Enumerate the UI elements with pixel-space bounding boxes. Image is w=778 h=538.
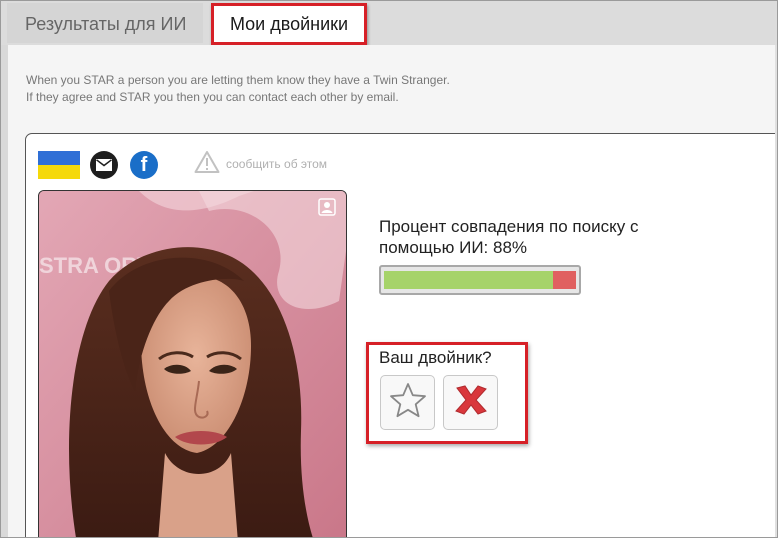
mail-icon[interactable] <box>90 151 118 179</box>
match-percentage-text: Процент совпадения по поиску с помощью И… <box>379 217 639 257</box>
left-strip <box>1 45 8 537</box>
report-link[interactable]: сообщить об этом <box>194 150 327 178</box>
user-icon[interactable] <box>318 198 336 216</box>
match-card: f сообщить об этом STRA ORTE Процент сов… <box>25 133 777 537</box>
info-text-line-1: When you STAR a person you are letting t… <box>26 73 450 87</box>
match-photo: STRA ORTE <box>38 190 347 537</box>
app-window: Результаты для ИИ Мои двойники When you … <box>0 0 778 538</box>
twin-vote-box: Ваш двойник? <box>366 342 528 444</box>
flag-ukraine-icon <box>38 151 80 179</box>
right-edge <box>775 45 777 537</box>
tab-ai-results[interactable]: Результаты для ИИ <box>7 3 203 43</box>
report-label: сообщить об этом <box>226 157 328 171</box>
match-progress-track <box>384 271 576 289</box>
x-icon <box>453 383 489 422</box>
match-progress-bar <box>379 265 581 295</box>
facebook-icon[interactable]: f <box>130 151 158 179</box>
reject-button[interactable] <box>443 375 498 430</box>
portrait-image: STRA ORTE <box>39 191 346 537</box>
star-button[interactable] <box>380 375 435 430</box>
match-progress-fill <box>384 271 553 289</box>
tab-bar: Результаты для ИИ Мои двойники <box>1 1 777 45</box>
twin-question: Ваш двойник? <box>379 348 492 367</box>
info-text-line-2: If they agree and STAR you then you can … <box>26 90 399 104</box>
star-icon <box>389 382 427 423</box>
main-content: When you STAR a person you are letting t… <box>8 45 777 537</box>
tab-my-twins[interactable]: Мои двойники <box>211 3 367 45</box>
warning-icon <box>194 150 220 179</box>
